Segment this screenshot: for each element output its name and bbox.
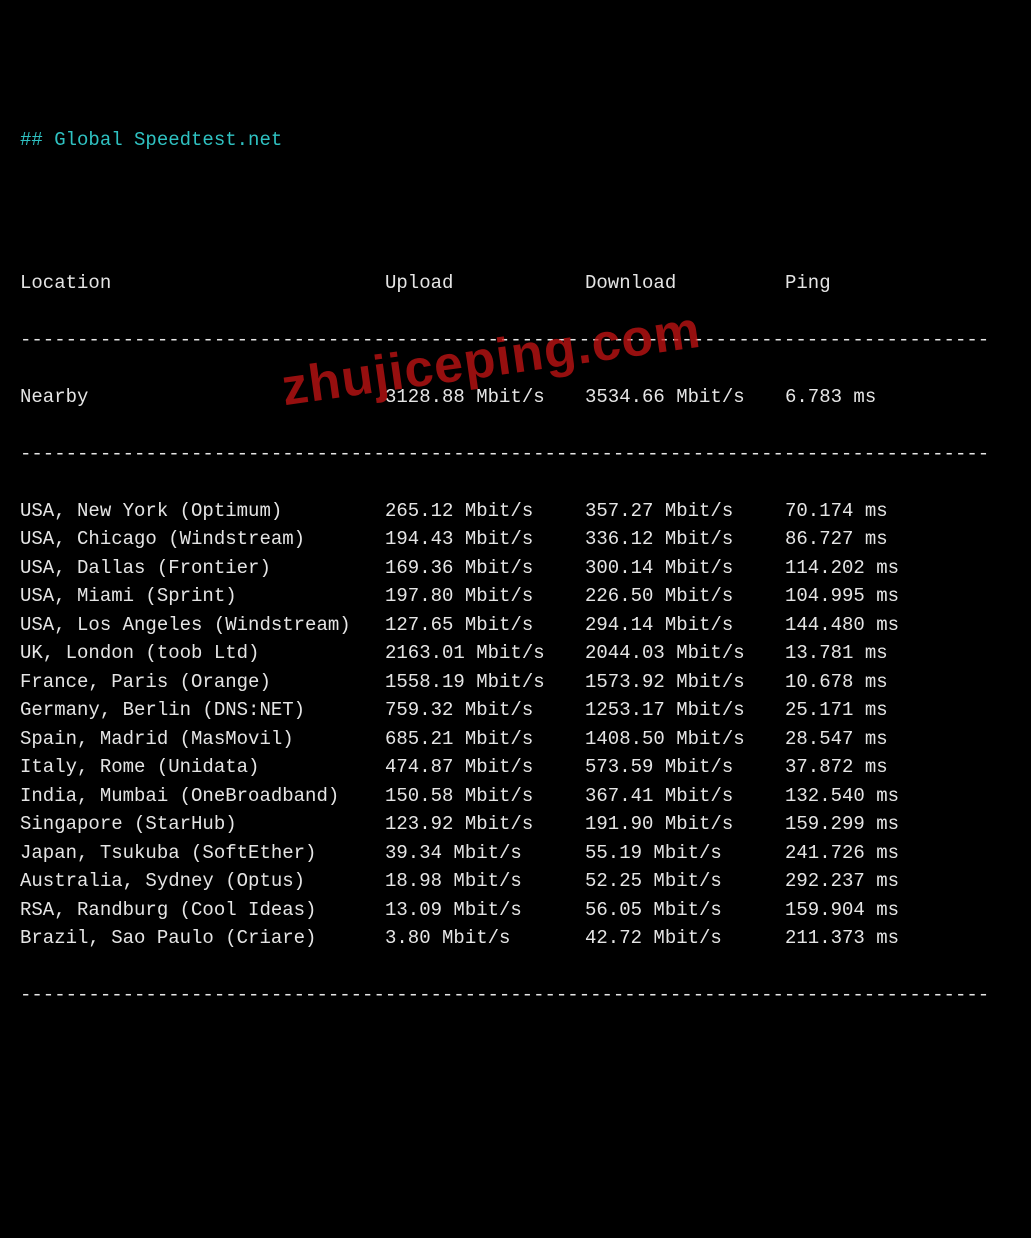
cell-download: 1408.50 Mbit/s (585, 725, 785, 754)
cell-ping: 241.726 ms (785, 839, 899, 868)
cell-location: India, Mumbai (OneBroadband) (20, 782, 385, 811)
separator: ----------------------------------------… (20, 440, 1010, 469)
cell-upload: 194.43 Mbit/s (385, 525, 585, 554)
cell-download: 367.41 Mbit/s (585, 782, 785, 811)
cell-location: USA, Dallas (Frontier) (20, 554, 385, 583)
cell-location: France, Paris (Orange) (20, 668, 385, 697)
cell-upload: 474.87 Mbit/s (385, 753, 585, 782)
header-upload: Upload (385, 269, 585, 298)
table-row: India, Mumbai (OneBroadband)150.58 Mbit/… (20, 782, 1011, 811)
table-row: USA, Los Angeles (Windstream)127.65 Mbit… (20, 611, 1011, 640)
blank-line (20, 183, 1011, 212)
table-row: USA, Dallas (Frontier)169.36 Mbit/s300.1… (20, 554, 1011, 583)
cell-upload: 18.98 Mbit/s (385, 867, 585, 896)
cell-location: USA, Chicago (Windstream) (20, 525, 385, 554)
cell-download: 52.25 Mbit/s (585, 867, 785, 896)
cell-upload: 13.09 Mbit/s (385, 896, 585, 925)
cell-download: 573.59 Mbit/s (585, 753, 785, 782)
cell-ping: 10.678 ms (785, 668, 888, 697)
cell-ping: 132.540 ms (785, 782, 899, 811)
cell-upload: 169.36 Mbit/s (385, 554, 585, 583)
cell-upload: 2163.01 Mbit/s (385, 639, 585, 668)
nearby-location: Nearby (20, 383, 385, 412)
cell-download: 294.14 Mbit/s (585, 611, 785, 640)
table-row: UK, London (toob Ltd)2163.01 Mbit/s2044.… (20, 639, 1011, 668)
table-row: RSA, Randburg (Cool Ideas)13.09 Mbit/s56… (20, 896, 1011, 925)
cell-download: 300.14 Mbit/s (585, 554, 785, 583)
cell-ping: 37.872 ms (785, 753, 888, 782)
cell-download: 2044.03 Mbit/s (585, 639, 785, 668)
cell-location: Italy, Rome (Unidata) (20, 753, 385, 782)
cell-ping: 25.171 ms (785, 696, 888, 725)
table-row: USA, Chicago (Windstream)194.43 Mbit/s33… (20, 525, 1011, 554)
cell-location: Singapore (StarHub) (20, 810, 385, 839)
speedtest-table: LocationUploadDownloadPing -------------… (20, 240, 1011, 1038)
table-row: USA, New York (Optimum)265.12 Mbit/s357.… (20, 497, 1011, 526)
table-row: Italy, Rome (Unidata)474.87 Mbit/s573.59… (20, 753, 1011, 782)
nearby-upload: 3128.88 Mbit/s (385, 383, 585, 412)
cell-upload: 685.21 Mbit/s (385, 725, 585, 754)
separator: ----------------------------------------… (20, 981, 1010, 1010)
nearby-download: 3534.66 Mbit/s (585, 383, 785, 412)
table-row: Japan, Tsukuba (SoftEther)39.34 Mbit/s55… (20, 839, 1011, 868)
cell-location: Japan, Tsukuba (SoftEther) (20, 839, 385, 868)
cell-upload: 150.58 Mbit/s (385, 782, 585, 811)
cell-download: 191.90 Mbit/s (585, 810, 785, 839)
nearby-row: Nearby3128.88 Mbit/s3534.66 Mbit/s6.783 … (20, 383, 1011, 412)
cell-location: UK, London (toob Ltd) (20, 639, 385, 668)
cell-ping: 86.727 ms (785, 525, 888, 554)
cell-ping: 159.904 ms (785, 896, 899, 925)
header-ping: Ping (785, 269, 831, 298)
cell-download: 56.05 Mbit/s (585, 896, 785, 925)
cell-download: 55.19 Mbit/s (585, 839, 785, 868)
cell-upload: 123.92 Mbit/s (385, 810, 585, 839)
table-row: Spain, Madrid (MasMovil)685.21 Mbit/s140… (20, 725, 1011, 754)
table-row: Brazil, Sao Paulo (Criare)3.80 Mbit/s42.… (20, 924, 1011, 953)
cell-location: USA, New York (Optimum) (20, 497, 385, 526)
cell-location: Brazil, Sao Paulo (Criare) (20, 924, 385, 953)
table-row: Singapore (StarHub)123.92 Mbit/s191.90 M… (20, 810, 1011, 839)
cell-location: RSA, Randburg (Cool Ideas) (20, 896, 385, 925)
cell-upload: 1558.19 Mbit/s (385, 668, 585, 697)
table-header-row: LocationUploadDownloadPing (20, 269, 1011, 298)
separator: ----------------------------------------… (20, 326, 1010, 355)
cell-ping: 211.373 ms (785, 924, 899, 953)
cell-download: 336.12 Mbit/s (585, 525, 785, 554)
table-row: Germany, Berlin (DNS:NET)759.32 Mbit/s12… (20, 696, 1011, 725)
cell-ping: 159.299 ms (785, 810, 899, 839)
cell-location: Germany, Berlin (DNS:NET) (20, 696, 385, 725)
header-download: Download (585, 269, 785, 298)
cell-download: 1573.92 Mbit/s (585, 668, 785, 697)
cell-location: USA, Los Angeles (Windstream) (20, 611, 385, 640)
cell-location: Australia, Sydney (Optus) (20, 867, 385, 896)
table-row: USA, Miami (Sprint)197.80 Mbit/s226.50 M… (20, 582, 1011, 611)
nearby-ping: 6.783 ms (785, 383, 876, 412)
cell-ping: 292.237 ms (785, 867, 899, 896)
cell-upload: 265.12 Mbit/s (385, 497, 585, 526)
cell-upload: 127.65 Mbit/s (385, 611, 585, 640)
cell-location: Spain, Madrid (MasMovil) (20, 725, 385, 754)
cell-upload: 759.32 Mbit/s (385, 696, 585, 725)
table-row: France, Paris (Orange)1558.19 Mbit/s1573… (20, 668, 1011, 697)
cell-ping: 104.995 ms (785, 582, 899, 611)
cell-download: 226.50 Mbit/s (585, 582, 785, 611)
cell-upload: 39.34 Mbit/s (385, 839, 585, 868)
cell-upload: 197.80 Mbit/s (385, 582, 585, 611)
cell-download: 42.72 Mbit/s (585, 924, 785, 953)
cell-location: USA, Miami (Sprint) (20, 582, 385, 611)
header-location: Location (20, 269, 385, 298)
section-title: ## Global Speedtest.net (20, 126, 1011, 155)
table-row: Australia, Sydney (Optus)18.98 Mbit/s52.… (20, 867, 1011, 896)
cell-upload: 3.80 Mbit/s (385, 924, 585, 953)
cell-download: 357.27 Mbit/s (585, 497, 785, 526)
cell-ping: 114.202 ms (785, 554, 899, 583)
cell-ping: 144.480 ms (785, 611, 899, 640)
cell-ping: 70.174 ms (785, 497, 888, 526)
cell-ping: 13.781 ms (785, 639, 888, 668)
cell-download: 1253.17 Mbit/s (585, 696, 785, 725)
cell-ping: 28.547 ms (785, 725, 888, 754)
